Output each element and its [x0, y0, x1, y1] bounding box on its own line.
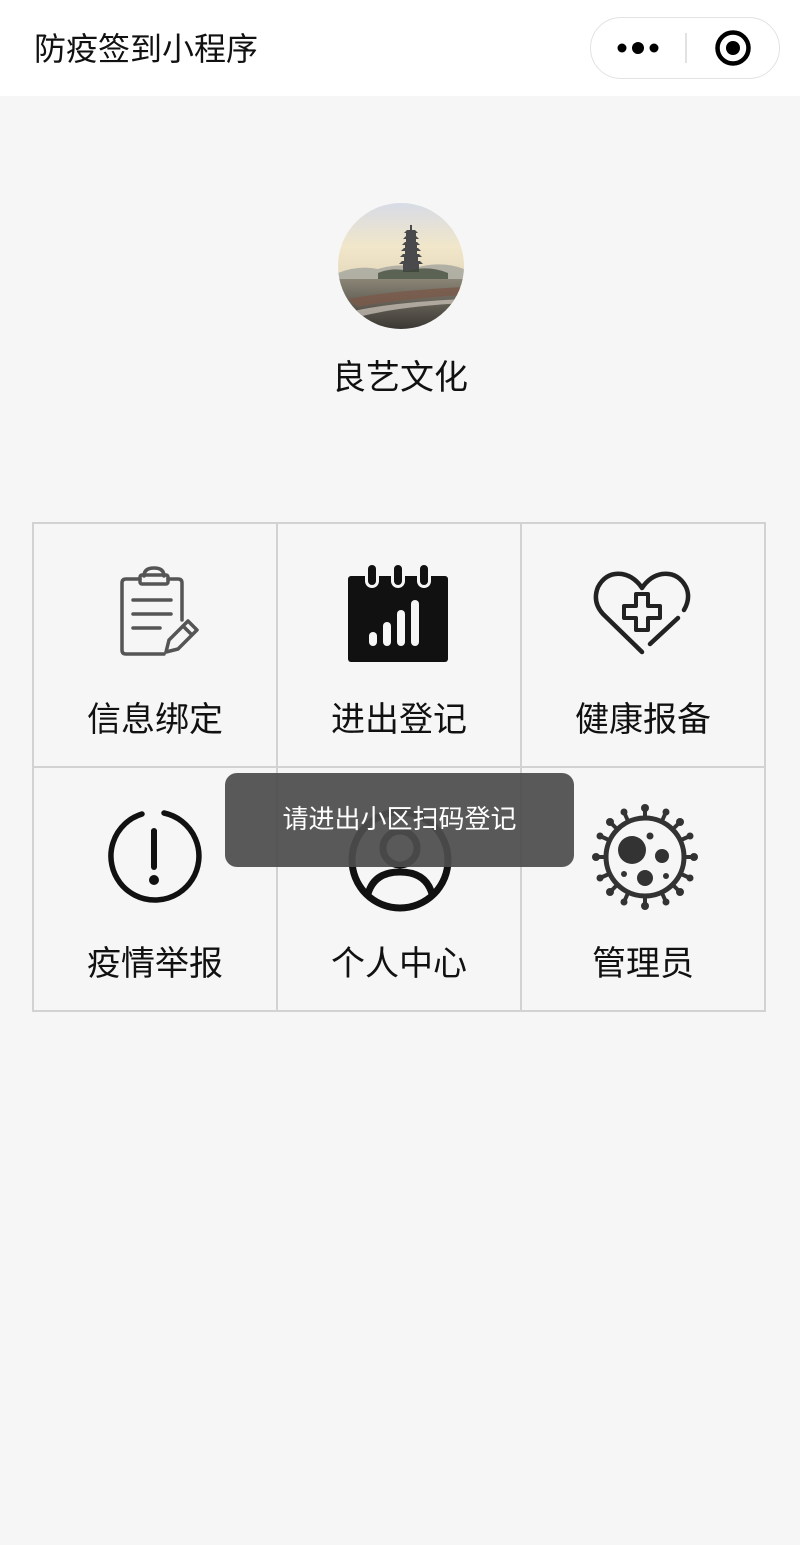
- virus-icon: [592, 804, 698, 910]
- menu-grid: 信息绑定 进出登记 健康报备 疫情举报 个人中心 管理员: [32, 522, 766, 1012]
- page-title: 防疫签到小程序: [34, 30, 259, 68]
- more-button[interactable]: [591, 18, 685, 77]
- menu-item-label: 疫情举报: [87, 944, 223, 984]
- menu-item-label: 进出登记: [331, 700, 467, 740]
- menu-capsule: [590, 17, 780, 79]
- target-close-icon: [715, 29, 751, 66]
- organization-name: 良艺文化: [332, 358, 468, 398]
- menu-item-label: 健康报备: [575, 700, 711, 740]
- clipboard-edit-icon: [104, 562, 204, 662]
- menu-item-entry-exit-register[interactable]: 进出登记: [278, 524, 522, 768]
- menu-item-label: 管理员: [592, 944, 694, 984]
- heart-plus-icon: [592, 562, 692, 662]
- menu-item-health-report[interactable]: 健康报备: [522, 524, 766, 768]
- pagoda-landscape-avatar: [338, 203, 464, 329]
- toast-message: 请进出小区扫码登记: [225, 773, 574, 867]
- menu-item-info-binding[interactable]: 信息绑定: [34, 524, 278, 768]
- avatar: [338, 203, 464, 329]
- alert-circle-icon: [104, 806, 204, 906]
- close-miniprogram-button[interactable]: [687, 18, 779, 77]
- toast-text: 请进出小区扫码登记: [282, 805, 517, 835]
- menu-item-label: 个人中心: [331, 944, 467, 984]
- menu-item-label: 信息绑定: [87, 700, 223, 740]
- more-dots-icon: [617, 41, 659, 54]
- calendar-chart-icon: [348, 562, 448, 662]
- navigation-bar: 防疫签到小程序: [0, 0, 800, 96]
